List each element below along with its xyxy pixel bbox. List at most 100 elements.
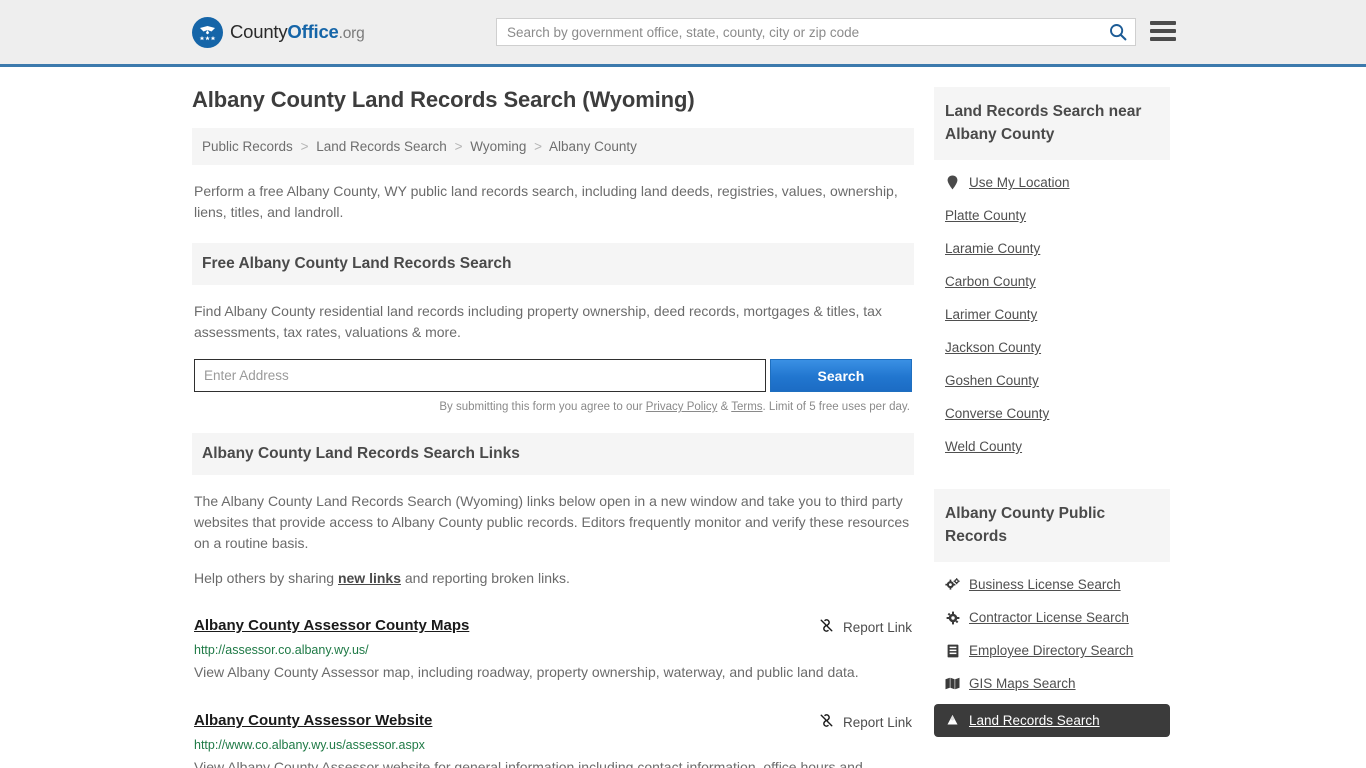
- sidebar-nearby-label[interactable]: Platte County: [945, 208, 1026, 223]
- result-title-link[interactable]: Albany County Assessor County Maps: [194, 617, 469, 634]
- search-input[interactable]: [497, 19, 1101, 45]
- global-search-bar[interactable]: [496, 18, 1136, 46]
- breadcrumb-item-public-records[interactable]: Public Records: [202, 139, 293, 154]
- logo-text-office: Office: [287, 21, 339, 42]
- report-link-button[interactable]: Report Link: [819, 712, 912, 731]
- sidebar-nearby-label[interactable]: Carbon County: [945, 274, 1036, 289]
- result-header: Albany County Assessor County Maps Repor…: [194, 617, 912, 636]
- result-item: Albany County Assessor Website Report Li…: [192, 712, 914, 768]
- new-links-link[interactable]: new links: [338, 570, 401, 586]
- disclaimer-suffix: . Limit of 5 free uses per day.: [762, 401, 910, 413]
- site-logo[interactable]: CountyOffice.org: [192, 16, 365, 48]
- sidebar-public-records-label[interactable]: Contractor License Search: [969, 610, 1129, 625]
- logo-text-org: .org: [338, 25, 365, 42]
- sidebar-item-goshen-county[interactable]: Goshen County: [934, 364, 1170, 397]
- hamburger-menu-icon[interactable]: [1150, 19, 1176, 43]
- share-suffix: and reporting broken links.: [401, 570, 570, 586]
- result-item: Albany County Assessor County Maps Repor…: [192, 617, 914, 684]
- logo-text-county: County: [230, 21, 288, 42]
- sidebar-item-contractor-license-search[interactable]: Contractor License Search: [934, 601, 1170, 634]
- site-header: CountyOffice.org: [0, 0, 1366, 67]
- address-input[interactable]: [194, 359, 766, 392]
- page-container: Albany County Land Records Search (Wyomi…: [0, 67, 1366, 768]
- hamburger-bar-3: [1150, 37, 1176, 41]
- page-intro-text: Perform a free Albany County, WY public …: [194, 183, 898, 220]
- result-url[interactable]: http://assessor.co.albany.wy.us/: [194, 643, 912, 657]
- sidebar-item-gis-maps-search[interactable]: GIS Maps Search: [934, 667, 1170, 700]
- result-description: View Albany County Assessor website for …: [194, 759, 863, 768]
- book-icon: [945, 644, 960, 658]
- privacy-policy-link[interactable]: Privacy Policy: [646, 401, 718, 413]
- sidebar-public-records-list: Business License Search Contractor Licen…: [934, 562, 1170, 737]
- hamburger-bar-2: [1150, 29, 1176, 33]
- breadcrumb-separator: >: [300, 139, 309, 154]
- links-panel-heading: Albany County Land Records Search Links: [192, 433, 914, 475]
- cogs-icon: [945, 577, 960, 592]
- sidebar-nearby-label[interactable]: Goshen County: [945, 373, 1039, 388]
- sidebar-nearby-block: Land Records Search near Albany County U…: [934, 87, 1170, 463]
- result-title-link[interactable]: Albany County Assessor Website: [194, 712, 432, 729]
- report-link-button[interactable]: Report Link: [819, 617, 912, 636]
- sidebar-nearby-label[interactable]: Larimer County: [945, 307, 1037, 322]
- sidebar-item-weld-county[interactable]: Weld County: [934, 430, 1170, 463]
- sidebar-public-records-label: Land Records Search: [969, 713, 1100, 728]
- sidebar-nearby-label[interactable]: Weld County: [945, 439, 1022, 454]
- sidebar-nearby-label[interactable]: Laramie County: [945, 241, 1040, 256]
- sidebar-item-platte-county[interactable]: Platte County: [934, 199, 1170, 232]
- report-link-label: Report Link: [842, 714, 912, 730]
- address-search-button[interactable]: Search: [769, 359, 912, 392]
- sidebar-nearby-list: Use My Location Platte County Laramie Co…: [934, 160, 1170, 463]
- map-pin-icon: [945, 175, 960, 190]
- sidebar-nearby-label[interactable]: Jackson County: [945, 340, 1041, 355]
- report-link-label: Report Link: [842, 619, 912, 635]
- links-panel-paragraph-2: Help others by sharing new links and rep…: [194, 568, 912, 589]
- breadcrumb: Public Records > Land Records Search > W…: [192, 128, 914, 165]
- sidebar-nearby-label[interactable]: Use My Location: [969, 175, 1070, 190]
- sidebar-item-employee-directory-search[interactable]: Employee Directory Search: [934, 634, 1170, 667]
- sidebar-item-carbon-county[interactable]: Carbon County: [934, 265, 1170, 298]
- logo-wordmark: CountyOffice.org: [230, 21, 365, 43]
- sidebar-nearby-heading: Land Records Search near Albany County: [934, 87, 1170, 160]
- free-search-panel-heading: Free Albany County Land Records Search: [192, 243, 914, 285]
- links-panel-paragraph-1: The Albany County Land Records Search (W…: [194, 493, 910, 551]
- breadcrumb-item-wyoming[interactable]: Wyoming: [470, 139, 526, 154]
- share-prefix: Help others by sharing: [194, 570, 338, 586]
- disclaimer-prefix: By submitting this form you agree to our: [439, 401, 646, 413]
- sidebar-public-records-heading: Albany County Public Records: [934, 489, 1170, 562]
- sidebar: Land Records Search near Albany County U…: [934, 87, 1170, 768]
- breadcrumb-separator: >: [454, 139, 463, 154]
- search-icon[interactable]: [1101, 19, 1135, 45]
- sidebar-nearby-label[interactable]: Converse County: [945, 406, 1049, 421]
- cog-icon: [945, 611, 960, 625]
- address-search-form: Search: [194, 359, 912, 392]
- broken-link-icon: [819, 713, 834, 731]
- sidebar-item-business-license-search[interactable]: Business License Search: [934, 568, 1170, 601]
- sidebar-public-records-label[interactable]: Employee Directory Search: [969, 643, 1133, 658]
- map-icon: [945, 677, 960, 690]
- sidebar-item-land-records-search[interactable]: Land Records Search: [934, 704, 1170, 737]
- sidebar-item-jackson-county[interactable]: Jackson County: [934, 331, 1170, 364]
- broken-link-icon: [819, 618, 834, 636]
- links-panel-body: The Albany County Land Records Search (W…: [192, 475, 914, 589]
- free-search-panel-body: Find Albany County residential land reco…: [192, 285, 914, 413]
- sidebar-item-laramie-county[interactable]: Laramie County: [934, 232, 1170, 265]
- page-title: Albany County Land Records Search (Wyomi…: [192, 87, 695, 112]
- breadcrumb-separator: >: [534, 139, 543, 154]
- disclaimer-amp: &: [717, 401, 732, 413]
- sidebar-public-records-label[interactable]: Business License Search: [969, 577, 1121, 592]
- terms-link[interactable]: Terms: [731, 401, 762, 413]
- free-search-description: Find Albany County residential land reco…: [194, 303, 882, 340]
- main-column: Albany County Land Records Search (Wyomi…: [192, 87, 914, 768]
- breadcrumb-item-land-records-search[interactable]: Land Records Search: [316, 139, 447, 154]
- sidebar-item-larimer-county[interactable]: Larimer County: [934, 298, 1170, 331]
- sidebar-public-records-block: Albany County Public Records Business Li…: [934, 489, 1170, 737]
- land-icon: [945, 714, 960, 727]
- result-description: View Albany County Assessor map, includi…: [194, 664, 859, 680]
- hamburger-bar-1: [1150, 21, 1176, 25]
- result-url[interactable]: http://www.co.albany.wy.us/assessor.aspx: [194, 738, 912, 752]
- form-disclaimer: By submitting this form you agree to our…: [194, 401, 912, 413]
- sidebar-item-converse-county[interactable]: Converse County: [934, 397, 1170, 430]
- sidebar-public-records-label[interactable]: GIS Maps Search: [969, 676, 1076, 691]
- sidebar-item-use-my-location[interactable]: Use My Location: [934, 166, 1170, 199]
- breadcrumb-item-albany-county[interactable]: Albany County: [549, 139, 637, 154]
